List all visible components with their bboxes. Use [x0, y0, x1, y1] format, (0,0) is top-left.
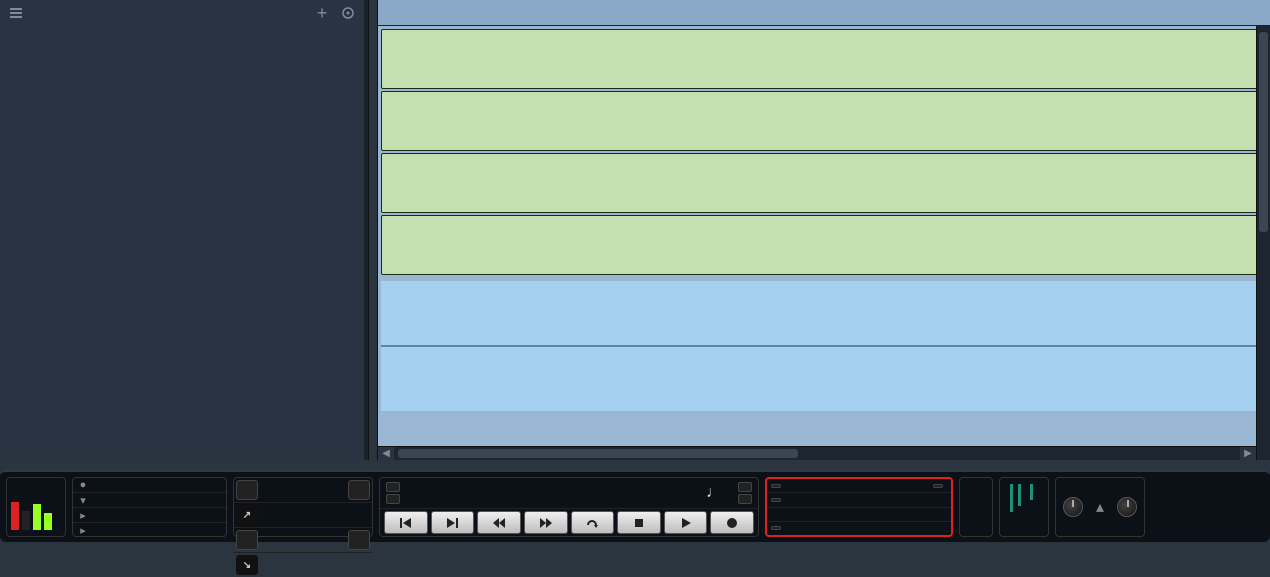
right-locator-tag[interactable] [236, 530, 258, 550]
click-label[interactable] [771, 484, 781, 488]
horizontal-scrollbar[interactable]: ◀ ▶ [378, 446, 1256, 460]
left-locator-tag[interactable] [236, 480, 258, 500]
nudge-buttons[interactable] [386, 482, 400, 504]
clip-lane-2[interactable] [381, 91, 1267, 151]
record-icon: ● [77, 479, 89, 491]
forward-button[interactable] [524, 511, 568, 534]
goto-end-button[interactable] [431, 511, 475, 534]
panel-divider[interactable] [368, 0, 378, 460]
tempo-label[interactable] [771, 498, 781, 502]
play-button[interactable] [664, 511, 708, 534]
cycle-button[interactable] [571, 511, 615, 534]
locator-sub-icon: ↗ [236, 505, 258, 525]
note-icon: ♩ [706, 484, 722, 502]
track-panel-header: + [0, 0, 364, 26]
sync-label[interactable] [771, 526, 781, 530]
settings-icon[interactable] [340, 5, 356, 21]
performance-meter [999, 477, 1049, 537]
tempo-box[interactable] [765, 477, 953, 537]
chevron-up-icon: ▴ [1096, 497, 1104, 517]
menu-icon[interactable] [8, 5, 24, 21]
clip-lane-3[interactable] [381, 153, 1267, 213]
punch-out-icon[interactable] [348, 530, 370, 550]
play-icon: ▸ [77, 509, 89, 522]
record-mode-list[interactable]: ● ▾ ▸ ▸ [72, 477, 227, 537]
record-button[interactable] [710, 511, 754, 534]
transport-bar: ● ▾ ▸ ▸ ↗ ↘ [0, 470, 1270, 542]
stop-button[interactable] [617, 511, 661, 534]
punch-in-icon[interactable] [348, 480, 370, 500]
clip-lane-1[interactable] [381, 29, 1267, 89]
track-list-panel: + [0, 0, 368, 460]
vertical-scrollbar[interactable] [1256, 26, 1270, 460]
nudge-plus[interactable] [386, 482, 400, 492]
rewind-button[interactable] [477, 511, 521, 534]
pan-knob[interactable] [1117, 497, 1137, 517]
clip-lane-4[interactable] [381, 215, 1267, 275]
precount-icon[interactable] [933, 484, 943, 488]
goto-start-button[interactable] [384, 511, 428, 534]
marker-box[interactable] [959, 477, 993, 537]
bar-ruler[interactable] [378, 0, 1270, 26]
timecode-toggle[interactable] [738, 482, 752, 504]
play-icon: ▸ [77, 524, 89, 537]
locator-box[interactable]: ↗ ↘ [233, 477, 373, 537]
add-track-button[interactable]: + [314, 5, 330, 21]
position-box: ♩ [379, 477, 759, 537]
transport-buttons [380, 508, 758, 536]
nudge-minus[interactable] [386, 494, 400, 504]
audio-lane-5[interactable] [381, 281, 1267, 411]
arrangement-area[interactable]: ◀ ▶ [378, 0, 1270, 460]
locator-sub-icon: ↘ [236, 555, 258, 575]
main-area: + ◀ ▶ [0, 0, 1270, 460]
cursor-icon: ▾ [77, 494, 89, 507]
level-knob[interactable] [1063, 497, 1083, 517]
input-meter [6, 477, 66, 537]
output-knobs[interactable]: ▴ [1055, 477, 1145, 537]
